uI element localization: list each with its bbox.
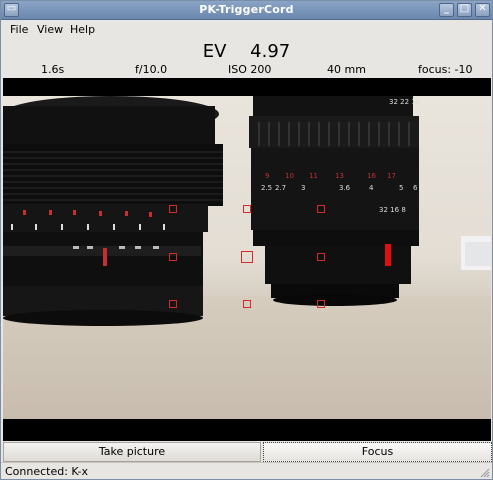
scale-red-c: 11 bbox=[309, 172, 318, 180]
af-point-center[interactable] bbox=[241, 251, 253, 263]
take-picture-button[interactable]: Take picture bbox=[3, 442, 261, 462]
ev-value: 4.97 bbox=[250, 41, 291, 62]
close-button[interactable]: ✕ bbox=[475, 3, 490, 17]
scale-top: 32 22 16 bbox=[389, 98, 421, 106]
aperture: f/10.0 bbox=[135, 63, 168, 76]
af-point[interactable] bbox=[317, 205, 325, 213]
scale-red-f: 17 bbox=[387, 172, 396, 180]
minimize-icon: _ bbox=[444, 3, 449, 14]
scale-mid-a: 2.5 bbox=[261, 184, 273, 192]
exposure-value-display: EV 4.97 bbox=[1, 41, 492, 62]
scale-mid-g: 6 bbox=[413, 184, 418, 192]
af-point[interactable] bbox=[243, 300, 251, 308]
focus-button[interactable]: Focus bbox=[263, 442, 492, 462]
scale-mid-d: 3.6 bbox=[339, 184, 351, 192]
scale-red-e: 16 bbox=[367, 172, 376, 180]
scale-red-b: 10 bbox=[285, 172, 294, 180]
scale-mid-c: 3 bbox=[301, 184, 306, 192]
scale-mid-b: 2.7 bbox=[275, 184, 287, 192]
scale-mid-f: 5 bbox=[399, 184, 404, 192]
scale-low: 32 16 8 bbox=[379, 206, 406, 214]
menu-bar: File View Help bbox=[1, 20, 492, 41]
menu-help[interactable]: Help bbox=[67, 23, 98, 36]
live-view-image: 32 22 16 9 10 11 13 16 17 2.5 2.7 3 3.6 … bbox=[3, 96, 491, 419]
af-point[interactable] bbox=[169, 253, 177, 261]
main-window: ▭ PK-TriggerCord _ □ ✕ File View Help EV… bbox=[0, 0, 493, 480]
live-view[interactable]: 32 22 16 9 10 11 13 16 17 2.5 2.7 3 3.6 … bbox=[3, 78, 491, 441]
scale-mid-e: 4 bbox=[369, 184, 374, 192]
af-point[interactable] bbox=[169, 300, 177, 308]
minimize-button[interactable]: _ bbox=[439, 3, 454, 17]
maximize-button[interactable]: □ bbox=[457, 3, 472, 17]
shutter-speed: 1.6s bbox=[41, 63, 65, 76]
af-point[interactable] bbox=[317, 300, 325, 308]
af-point[interactable] bbox=[169, 205, 177, 213]
status-bar: Connected: K-x bbox=[1, 462, 492, 480]
scale-red-a: 9 bbox=[265, 172, 270, 180]
iso: ISO 200 bbox=[228, 63, 272, 76]
resize-grip-icon[interactable] bbox=[480, 468, 490, 478]
ev-label: EV bbox=[202, 41, 227, 62]
camera-params-row: 1.6s f/10.0 ISO 200 40 mm focus: -10 bbox=[1, 62, 492, 78]
focus-value: focus: -10 bbox=[418, 63, 473, 76]
af-point[interactable] bbox=[317, 253, 325, 261]
connection-status: Connected: K-x bbox=[5, 465, 88, 478]
menu-view[interactable]: View bbox=[34, 23, 66, 36]
af-point[interactable] bbox=[243, 205, 251, 213]
maximize-icon: □ bbox=[459, 3, 470, 14]
close-icon: ✕ bbox=[478, 3, 487, 14]
scale-red-d: 13 bbox=[335, 172, 344, 180]
focal-length: 40 mm bbox=[327, 63, 366, 76]
title-bar[interactable]: ▭ PK-TriggerCord _ □ ✕ bbox=[1, 1, 492, 20]
window-title: PK-TriggerCord bbox=[199, 3, 294, 16]
menu-file[interactable]: File bbox=[7, 23, 31, 36]
action-buttons: Take picture Focus bbox=[3, 442, 492, 462]
